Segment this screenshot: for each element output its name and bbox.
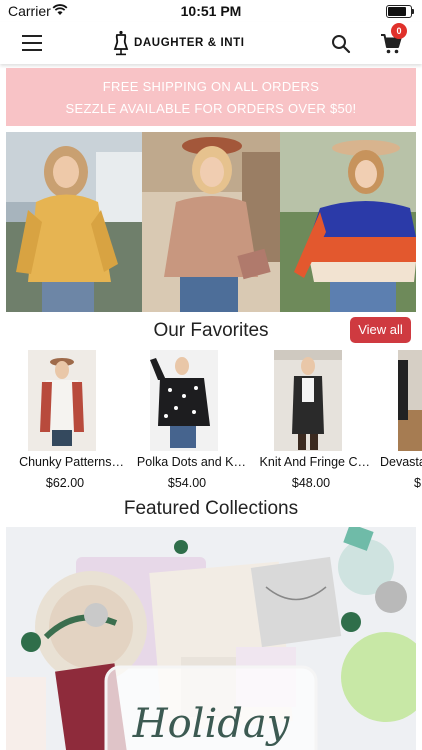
promo-shipping-text: FREE SHIPPING ON ALL ORDERS: [102, 79, 320, 94]
product-name: Polka Dots and K…: [136, 455, 246, 469]
favorites-carousel[interactable]: Chunky Patterns… $62.00 Polka Dots and K…: [0, 348, 422, 493]
product-price: $54.00: [167, 476, 207, 490]
cart-count-badge: 0: [391, 23, 407, 39]
product-image: [28, 350, 96, 451]
product-image: [150, 350, 218, 451]
status-bar: Carrier 10:51 PM: [0, 0, 422, 22]
featured-collection-card[interactable]: Holiday: [6, 527, 416, 750]
app-header: DAUGHTER & INTI 0: [0, 22, 422, 64]
product-name: Chunky Patterns…: [19, 455, 124, 469]
product-price: $48.00: [291, 476, 331, 490]
hero-image-cardigan: [142, 132, 280, 312]
product-image: [274, 350, 342, 451]
product-price: $62.00: [45, 476, 85, 490]
product-card[interactable]: Devasta $: [376, 348, 422, 493]
view-all-button[interactable]: View all: [350, 317, 411, 343]
product-price: $: [414, 476, 421, 490]
hero-image-striped-sweater: [280, 132, 416, 312]
hero-image-yellow-sweater: [6, 132, 142, 312]
brand-logo[interactable]: DAUGHTER & INTI: [112, 28, 245, 58]
clock: 10:51 PM: [180, 3, 242, 19]
brand-name: DAUGHTER & INTI: [134, 37, 245, 49]
battery-icon: [386, 5, 414, 18]
featured-title: Featured Collections: [123, 498, 299, 519]
product-image: [398, 350, 422, 451]
promo-banner: FREE SHIPPING ON ALL ORDERS SEZZLE AVAIL…: [6, 68, 416, 126]
product-card[interactable]: Chunky Patterns… $62.00: [6, 348, 124, 493]
holiday-script-text: Holiday: [132, 701, 291, 747]
dress-form-icon: [113, 30, 129, 56]
product-card[interactable]: Knit And Fringe C… $48.00: [252, 348, 370, 493]
promo-sezzle-text: SEZZLE AVAILABLE FOR ORDERS OVER $50!: [65, 101, 357, 116]
search-icon[interactable]: [331, 34, 351, 54]
hamburger-menu-icon[interactable]: [22, 35, 42, 51]
product-name: Devasta: [380, 455, 422, 469]
product-card[interactable]: Polka Dots and K… $54.00: [128, 348, 246, 493]
holiday-collection-image: Holiday: [6, 527, 416, 750]
hero-banner[interactable]: [6, 132, 416, 312]
product-name: Knit And Fringe C…: [259, 455, 370, 469]
